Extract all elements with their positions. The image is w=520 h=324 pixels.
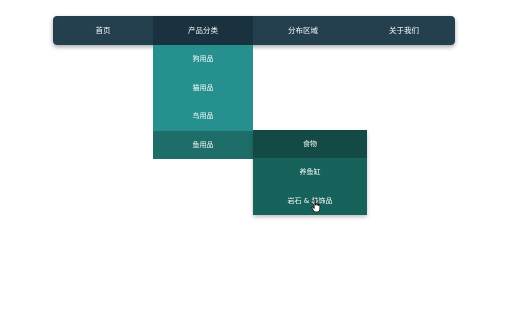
hand-pointer-icon xyxy=(311,199,321,213)
fish-submenu: 食物 养鱼缸 岩石 & 装饰品 xyxy=(253,130,367,215)
submenu-item-bird[interactable]: 鸟用品 xyxy=(153,102,253,131)
nav-item-home[interactable]: 首页 xyxy=(53,16,153,45)
page: 首页 产品分类 分布区域 关于我们 狗用品 猫用品 鸟用品 鱼用品 食物 养鱼缸… xyxy=(0,0,520,324)
nav-item-about[interactable]: 关于我们 xyxy=(353,16,455,45)
fish-submenu-item-food[interactable]: 食物 xyxy=(253,130,367,159)
submenu-item-fish[interactable]: 鱼用品 xyxy=(153,130,253,159)
fish-submenu-item-rocks-decor[interactable]: 岩石 & 装饰品 xyxy=(253,186,367,215)
submenu-item-cat[interactable]: 猫用品 xyxy=(153,73,253,102)
submenu-item-dog[interactable]: 狗用品 xyxy=(153,45,253,74)
nav-item-regions[interactable]: 分布区域 xyxy=(253,16,353,45)
fish-submenu-item-aquarium[interactable]: 养鱼缸 xyxy=(253,158,367,187)
main-navbar: 首页 产品分类 分布区域 关于我们 xyxy=(53,16,455,45)
products-submenu: 狗用品 猫用品 鸟用品 鱼用品 xyxy=(153,45,253,159)
nav-item-products[interactable]: 产品分类 xyxy=(153,16,253,45)
